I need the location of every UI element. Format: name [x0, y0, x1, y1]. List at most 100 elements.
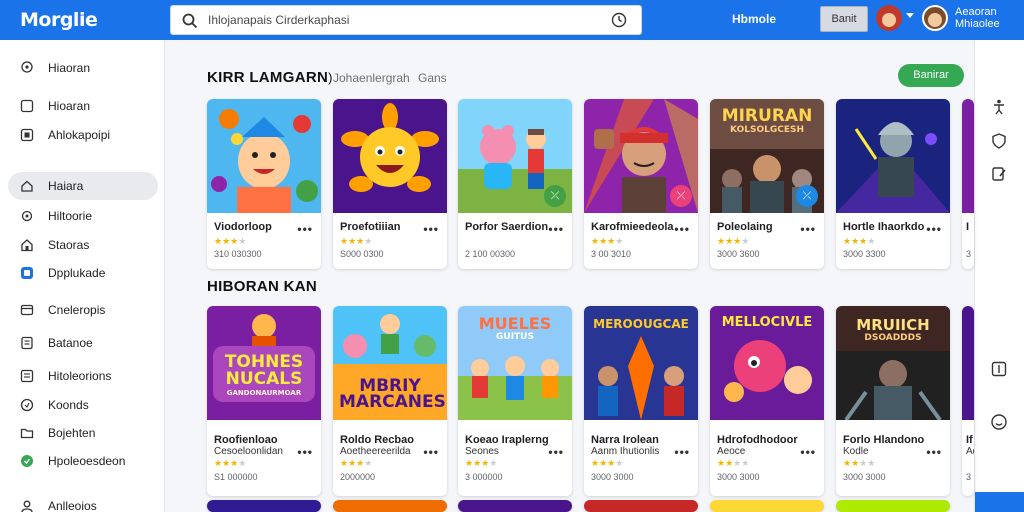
game-card[interactable]: ⤫ Karofmieedeola ••• ★★★★ 3 00 3010 [584, 99, 698, 269]
sidebar-item[interactable]: Hitoleorions [8, 362, 158, 390]
more-options-icon[interactable]: ••• [926, 222, 942, 236]
game-card-partial[interactable] [458, 500, 572, 512]
sidebar-item[interactable]: Staoras [8, 231, 158, 259]
header-link[interactable]: Hbmole [732, 12, 776, 26]
game-logo-text: MRUIICH [856, 316, 930, 334]
sidebar-item-label: Hiaoran [48, 61, 91, 75]
game-card[interactable]: Proefotiiian ••• ★★★★ S000 0300 [333, 99, 447, 269]
sidebar-item[interactable]: Hpoleoesdeon [8, 447, 158, 475]
sidebar-item-label: Haiara [48, 179, 84, 193]
sidebar-item-label: Dpplukade [48, 266, 106, 280]
card-meta: 3 [966, 472, 972, 482]
sidebar-item[interactable]: Hiltoorie [8, 202, 158, 230]
game-logo-text: MUELES [478, 314, 552, 333]
game-logo-text: MELLOCIVLE [721, 315, 813, 330]
game-artwork [836, 99, 950, 213]
sidebar-item[interactable]: Koonds [8, 391, 158, 419]
search-bar[interactable]: Ihlojanapais Cirderkaphasi [170, 5, 642, 35]
edit-icon[interactable] [990, 165, 1008, 183]
accessibility-icon[interactable] [990, 98, 1008, 116]
sidebar-item-label: Hitoleorions [48, 369, 112, 383]
user-name[interactable]: Aeaoran Mhiaolee [955, 6, 1015, 30]
sidebar-item[interactable]: Hiaoran [8, 54, 158, 82]
section-title-1: KIRR LAMGARN) [207, 69, 333, 86]
document-icon [21, 336, 33, 350]
card-meta: 3000 3600 [717, 249, 760, 259]
card-title: Narra Irolean [591, 434, 659, 446]
card-subtitle: Kodle [843, 446, 869, 457]
more-options-icon[interactable]: ••• [800, 445, 816, 459]
more-options-icon[interactable]: ••• [674, 445, 690, 459]
game-card[interactable]: MRUIICH DSOADDDS Forlo Hlandono Kodle ••… [836, 306, 950, 496]
more-options-icon[interactable]: ••• [548, 222, 564, 236]
chevron-down-icon[interactable] [906, 13, 914, 18]
more-options-icon[interactable]: ••• [297, 445, 313, 459]
section-title-text: KIRR LAMGARN [207, 69, 329, 86]
rating-stars: ★★★★ [717, 236, 750, 246]
game-card[interactable]: MUELES GUITUS Koeao Iraplerng Seones •••… [458, 306, 572, 496]
shield-icon[interactable] [990, 132, 1008, 150]
more-options-icon[interactable]: ••• [674, 222, 690, 236]
blue-app-icon [21, 267, 33, 279]
sidebar-item[interactable]: Bojehten [8, 419, 158, 447]
rail-bottom-bar [975, 492, 1024, 512]
avatar-face [928, 13, 942, 27]
section-link-2[interactable]: Gans [418, 71, 447, 85]
game-card-partial[interactable] [207, 500, 321, 512]
game-logo-subtext: KOLSOLGCESH [730, 125, 804, 135]
game-card-partial[interactable] [710, 500, 824, 512]
game-card[interactable]: Hortle Ihaorkdo ••• ★★★★ 3000 3300 [836, 99, 950, 269]
game-card[interactable]: MIRURAN KOLSOLGCESH ⤫ Poleolaing ••• ★★★… [710, 99, 824, 269]
header-button[interactable]: Banit [820, 6, 868, 32]
list-icon [20, 369, 34, 383]
game-card[interactable]: Viodorloop ••• ★★★★ 310 030300 [207, 99, 321, 269]
card-meta: S000 0300 [340, 249, 384, 259]
sidebar-item[interactable]: Anlleoios [8, 492, 158, 512]
more-options-icon[interactable]: ••• [423, 222, 439, 236]
game-card-partial[interactable] [584, 500, 698, 512]
section-action-button[interactable]: Banirar [898, 64, 964, 87]
more-options-icon[interactable]: ••• [800, 222, 816, 236]
smile-icon[interactable] [990, 413, 1008, 431]
rating-stars: ★★★★ [843, 236, 876, 246]
game-card-partial[interactable]: I 3 [962, 99, 974, 269]
search-input[interactable]: Ihlojanapais Cirderkaphasi [208, 13, 349, 27]
game-card[interactable]: MBRIY MARCANES Roldo Recbao Aoetheereeri… [333, 306, 447, 496]
app-logo[interactable]: Morglie [20, 9, 98, 31]
sidebar-item-active[interactable]: Haiara [8, 172, 158, 200]
game-artwork [207, 99, 321, 213]
card-title: Karofmieedeola [591, 221, 674, 233]
sidebar-item-label: Bojehten [48, 426, 96, 440]
game-card[interactable]: MELLOCIVLE Hdrofodhodoor Aeoce ••• ★★★★ … [710, 306, 824, 496]
game-card-partial[interactable] [333, 500, 447, 512]
sidebar-item-label: Staoras [48, 238, 90, 252]
rating-stars: ★★★★ [591, 236, 624, 246]
game-card-partial[interactable]: If Ad 3 [962, 306, 974, 496]
game-card-partial[interactable] [836, 500, 950, 512]
game-logo-text: MIRURAN [721, 106, 813, 126]
game-card[interactable]: ⤫ Porfor Saerdion ••• 2 100 00300 [458, 99, 572, 269]
sidebar-item[interactable]: Hioaran [8, 92, 158, 120]
game-logo-text: MBRIY MARCANES [339, 376, 446, 413]
card-subtitle: Aeoce [717, 446, 746, 457]
window-icon[interactable] [990, 360, 1008, 378]
card-meta: 2 100 00300 [465, 249, 516, 259]
more-options-icon[interactable]: ••• [297, 222, 313, 236]
avatar[interactable] [876, 5, 902, 31]
sidebar-item[interactable]: Cneleropis [8, 296, 158, 324]
more-options-icon[interactable]: ••• [926, 445, 942, 459]
sidebar-item[interactable]: Dpplukade [8, 259, 158, 287]
game-card[interactable]: TOHNES NUCALS GANDONAURMOAR Roofienloao … [207, 306, 321, 496]
card-meta: S1 000000 [214, 472, 258, 482]
user-avatar[interactable] [922, 5, 948, 31]
game-artwork [333, 99, 447, 213]
sidebar-item[interactable]: Batanoe [8, 329, 158, 357]
more-options-icon[interactable]: ••• [548, 445, 564, 459]
section-link-1[interactable]: Johaenlergrah [333, 71, 410, 85]
sidebar-item[interactable]: Ahlokapoipi [8, 121, 158, 149]
game-card[interactable]: MEROOUGCAE Narra Irolean Aanm Ihutionlis… [584, 306, 698, 496]
card-meta: 3 00 3010 [591, 249, 632, 259]
clock-icon[interactable] [611, 12, 627, 28]
more-options-icon[interactable]: ••• [423, 445, 439, 459]
card-subtitle: Seones [465, 446, 499, 457]
